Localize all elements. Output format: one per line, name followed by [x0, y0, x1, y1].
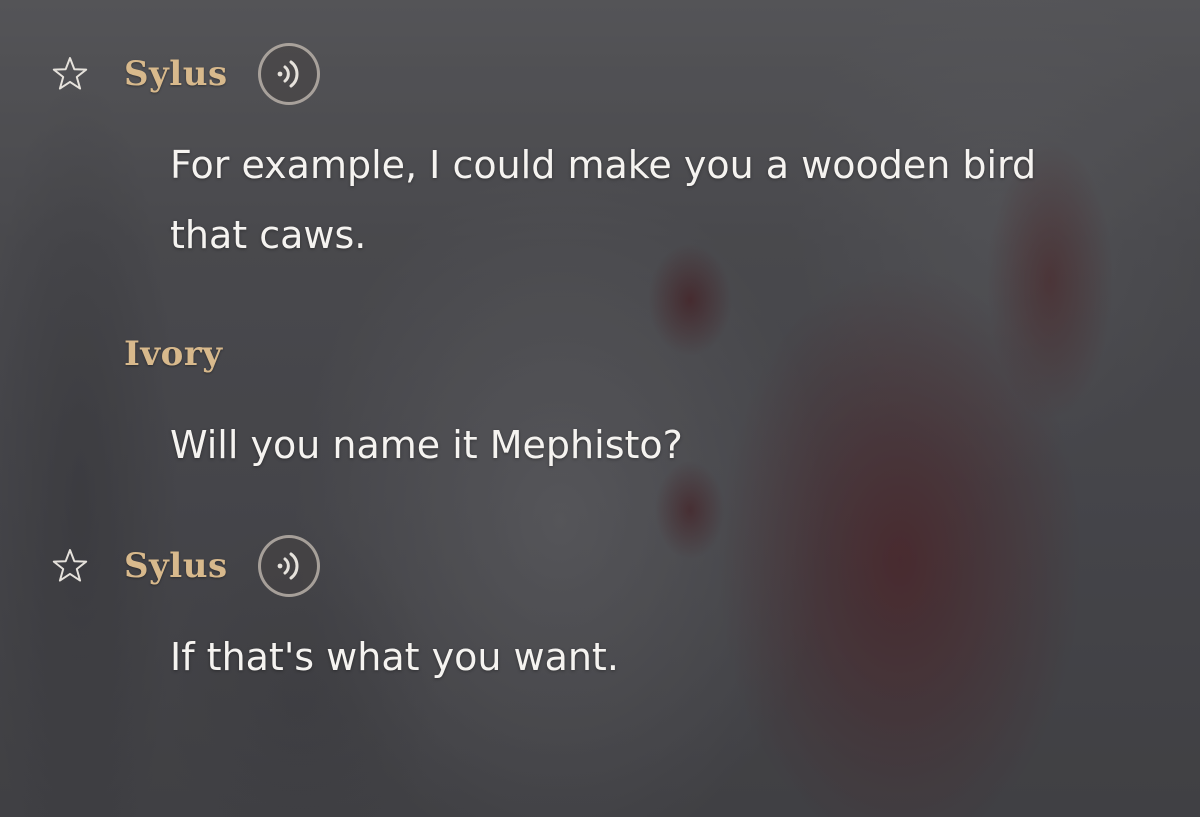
dialogue-history: Sylus For example, I could make you a wo… [0, 0, 1200, 817]
star-icon[interactable] [50, 54, 90, 94]
speaker-name: Ivory [124, 334, 223, 374]
speaker-name: Sylus [124, 54, 228, 94]
sound-wave-icon [277, 552, 299, 580]
message-header-3: Sylus [50, 535, 320, 597]
star-icon[interactable] [50, 546, 90, 586]
dialogue-text: If that's what you want. [170, 635, 619, 679]
message-header-1: Sylus [50, 43, 320, 105]
dialogue-text: For example, I could make you a wooden b… [170, 143, 1037, 257]
speaker-name: Sylus [124, 546, 228, 586]
sound-wave-icon [277, 60, 299, 88]
message-header-2: Ivory [50, 324, 223, 384]
dialogue-text: Will you name it Mephisto? [170, 423, 683, 467]
voice-play-button[interactable] [257, 535, 320, 597]
voice-play-button[interactable] [257, 43, 320, 105]
